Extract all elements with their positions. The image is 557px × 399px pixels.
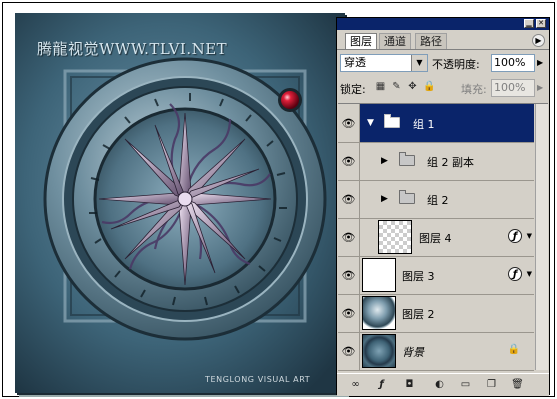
- fx-icon[interactable]: ƒ: [375, 378, 388, 391]
- lock-all-icon[interactable]: 🔒: [423, 81, 435, 92]
- opacity-label: 不透明度:: [432, 58, 480, 71]
- lock-icon: 🔒: [507, 344, 520, 355]
- eye-icon[interactable]: 👁: [338, 180, 360, 218]
- document-canvas[interactable]: 腾龍视觉WWW.TLVI.NET TENGLONG VISUAL ART: [15, 13, 345, 393]
- lock-position-icon[interactable]: ✥: [407, 81, 418, 92]
- folder-icon: [399, 190, 415, 204]
- folder-icon: [399, 152, 415, 166]
- layers-scrollbar[interactable]: [535, 104, 548, 370]
- layer-thumbnail: [362, 296, 396, 330]
- eye-icon[interactable]: 👁: [338, 104, 360, 142]
- layer-row-group-2-copy[interactable]: 👁 ▶ 组 2 副本: [338, 142, 534, 181]
- new-layer-icon[interactable]: ❐: [485, 378, 498, 391]
- minimize-button[interactable]: ▁: [524, 19, 534, 28]
- folder-icon: [384, 114, 400, 128]
- layer-row-layer-4[interactable]: 👁 图层 4 ƒ ▼: [338, 218, 534, 257]
- adjustment-icon[interactable]: ◐: [433, 378, 446, 391]
- fx-expand-arrow-icon[interactable]: ▼: [527, 232, 532, 240]
- opacity-input[interactable]: 100%: [491, 54, 535, 72]
- link-icon[interactable]: ∞: [349, 378, 362, 391]
- layer-row-layer-3[interactable]: 👁 图层 3 ƒ ▼: [338, 256, 534, 295]
- tab-divider: [337, 49, 549, 50]
- screenshot-frame: 腾龍视觉WWW.TLVI.NET TENGLONG VISUAL ART ▁ ✕…: [2, 2, 555, 397]
- layer-name: 组 2 副本: [427, 156, 474, 169]
- layer-row-background[interactable]: 👁 背景 🔒: [338, 332, 534, 371]
- watermark-bottom: TENGLONG VISUAL ART: [205, 375, 311, 384]
- fill-input[interactable]: 100%: [491, 79, 535, 97]
- layer-name: 组 1: [413, 118, 435, 131]
- layers-list: 👁 ▼ 组 1 👁 ▶ 组 2 副本 👁 ▶ 组 2 👁 图层 4 ƒ ▼ 👁 …: [338, 103, 548, 371]
- fx-icon[interactable]: ƒ: [508, 267, 522, 281]
- lock-fill-row: 锁定: ▦ ✎ ✥ 🔒 填充: 100% ▶: [337, 78, 549, 98]
- layer-name: 图层 4: [419, 232, 452, 245]
- chevron-down-icon[interactable]: ▼: [411, 55, 427, 71]
- new-group-icon[interactable]: ▭: [459, 378, 472, 391]
- eye-icon[interactable]: 👁: [338, 142, 360, 180]
- layer-row-layer-2[interactable]: 👁 图层 2: [338, 294, 534, 333]
- watermark-top: 腾龍视觉WWW.TLVI.NET: [37, 40, 228, 58]
- eye-icon[interactable]: 👁: [338, 332, 360, 370]
- lock-paint-icon[interactable]: ✎: [391, 81, 402, 92]
- layer-row-group-2[interactable]: 👁 ▶ 组 2: [338, 180, 534, 219]
- palette-bottom-bar: ∞ ƒ ◘ ◐ ▭ ❐ 🗑: [337, 373, 549, 396]
- collapsed-triangle-icon[interactable]: ▶: [381, 194, 388, 204]
- trash-icon[interactable]: 🗑: [511, 378, 524, 391]
- close-button[interactable]: ✕: [536, 19, 546, 28]
- tab-channels[interactable]: 通道: [379, 33, 411, 49]
- palette-menu-icon[interactable]: ▶: [532, 34, 545, 47]
- layer-name: 图层 2: [402, 308, 435, 321]
- layers-palette: ▁ ✕ 图层 通道 路径 ▶ 穿透 ▼ 不透明度: 100% ▶ 锁定: ▦ ✎…: [336, 17, 550, 396]
- layer-thumbnail: [362, 258, 396, 292]
- blend-mode-value: 穿透: [344, 56, 366, 69]
- eye-icon[interactable]: 👁: [338, 218, 360, 256]
- layer-name: 背景: [402, 346, 424, 359]
- blend-mode-select[interactable]: 穿透 ▼: [340, 54, 428, 72]
- collapsed-triangle-icon[interactable]: ▶: [381, 156, 388, 166]
- fill-label: 填充:: [461, 83, 487, 96]
- layer-name: 图层 3: [402, 270, 435, 283]
- mask-icon[interactable]: ◘: [403, 378, 416, 391]
- layer-thumbnail: [362, 334, 396, 368]
- eye-icon[interactable]: 👁: [338, 294, 360, 332]
- palette-tabs: 图层 通道 路径 ▶: [341, 33, 547, 49]
- blend-opacity-row: 穿透 ▼ 不透明度: 100% ▶: [337, 54, 549, 74]
- lock-label: 锁定:: [340, 83, 366, 96]
- eye-icon[interactable]: 👁: [338, 256, 360, 294]
- lock-transparency-icon[interactable]: ▦: [375, 81, 386, 92]
- tab-layers[interactable]: 图层: [345, 33, 377, 49]
- layer-row-group-1[interactable]: 👁 ▼ 组 1: [338, 104, 534, 143]
- tab-paths[interactable]: 路径: [415, 33, 447, 49]
- palette-titlebar[interactable]: ▁ ✕: [337, 18, 549, 30]
- expanded-triangle-icon[interactable]: ▼: [367, 118, 374, 128]
- fx-icon[interactable]: ƒ: [508, 229, 522, 243]
- fill-slider-arrow-icon[interactable]: ▶: [537, 83, 543, 92]
- opacity-slider-arrow-icon[interactable]: ▶: [537, 58, 543, 67]
- fx-expand-arrow-icon[interactable]: ▼: [527, 270, 532, 278]
- layer-thumbnail: [378, 220, 412, 254]
- layer-name: 组 2: [427, 194, 449, 207]
- compass-artwork: [15, 13, 345, 393]
